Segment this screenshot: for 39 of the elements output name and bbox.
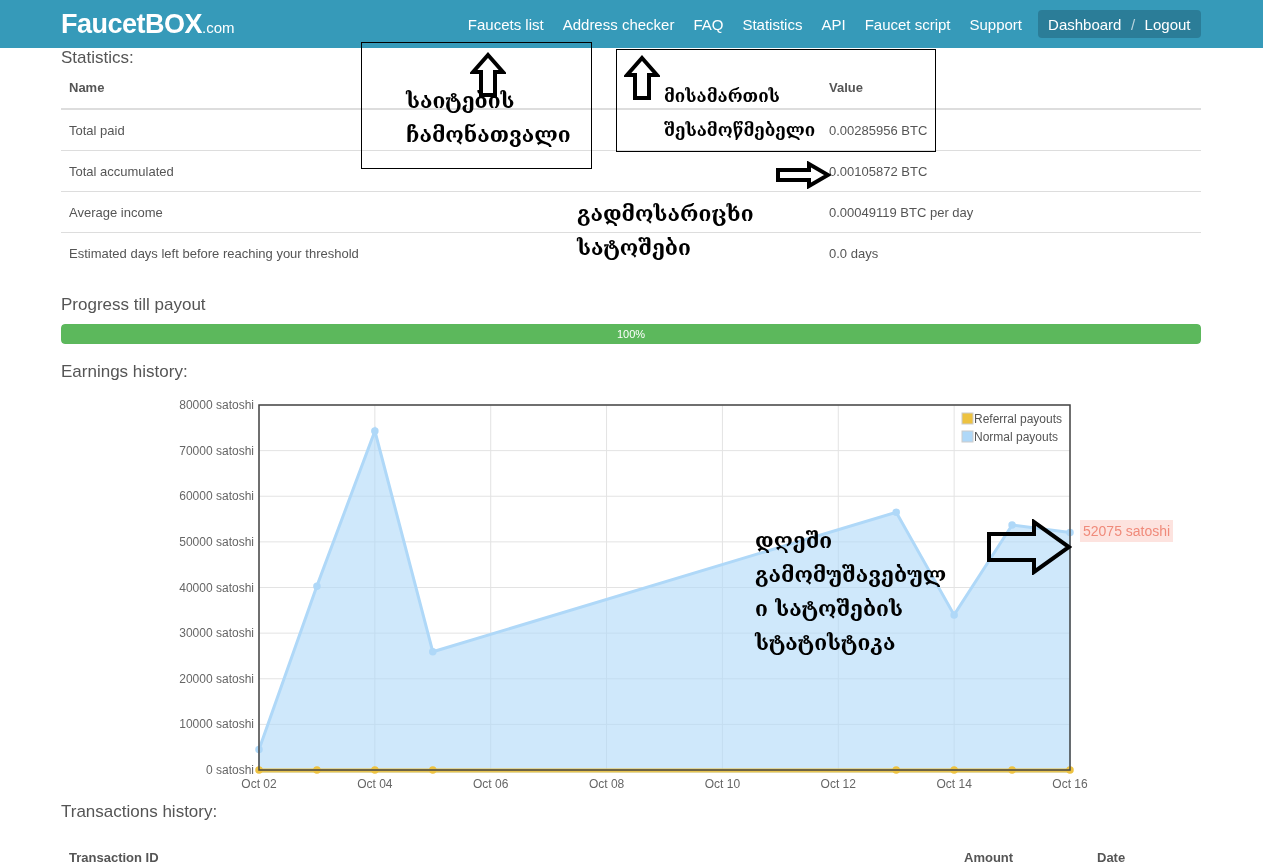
axis-label: 0 satoshi — [205, 763, 254, 777]
axis-label: Oct 04 — [357, 777, 393, 791]
axis-label: Oct 12 — [820, 777, 856, 791]
axis-label: Oct 06 — [473, 777, 509, 791]
legend-label: Referral payouts — [974, 412, 1063, 426]
annotation-text: მისამართის შესამოწმებელი — [664, 85, 816, 142]
section-title: Statistics: — [61, 47, 135, 69]
annotation-text: საიტების ჩამონათვალი — [406, 87, 571, 149]
section-title: Progress till payout — [61, 294, 207, 316]
axis-label: 60000 satoshi — [179, 489, 254, 504]
column-header: Amount — [963, 849, 1015, 862]
section-title: Earnings history: — [61, 361, 189, 383]
table-cell: 0.00049119 BTC per day — [821, 191, 1201, 233]
axis-label: 70000 satoshi — [179, 443, 254, 458]
table-cell: Total accumulated — [61, 150, 821, 192]
column-header: Transaction ID — [68, 849, 160, 862]
axis-label: 50000 satoshi — [179, 534, 254, 549]
column-header: Date — [1096, 849, 1127, 862]
axis-label: Oct 02 — [241, 777, 277, 791]
axis-label: 30000 satoshi — [179, 626, 254, 641]
axis-label: Oct 08 — [588, 777, 625, 791]
progress-bar: 100% — [61, 324, 1201, 344]
axis-label: 80000 satoshi — [179, 398, 254, 412]
section-title: Transactions history: — [61, 801, 219, 823]
table-cell: 0.00285956 BTC — [821, 109, 1201, 151]
annotation-text: გადმოსარიცხი სატოშები — [577, 200, 754, 262]
axis-label: Oct 16 — [1052, 777, 1088, 791]
axis-label: Oct 10 — [704, 777, 741, 791]
table-cell: 0.00105872 BTC — [821, 150, 1201, 192]
axis-label: 40000 satoshi — [179, 580, 254, 595]
axis-label: 20000 satoshi — [179, 671, 254, 686]
legend-label: Normal payouts — [974, 430, 1059, 444]
column-header: Value — [821, 69, 1201, 109]
separator: / — [1130, 15, 1136, 33]
axis-label: Oct 14 — [936, 777, 972, 791]
table-cell: 0.0 days — [821, 232, 1201, 273]
axis-label: 10000 satoshi — [179, 717, 254, 732]
annotation-text: დღეში გამომუშავებულ ი სატოშების სტატისტიკა — [755, 527, 947, 657]
value-tooltip: 52075 satoshi — [1080, 520, 1174, 543]
